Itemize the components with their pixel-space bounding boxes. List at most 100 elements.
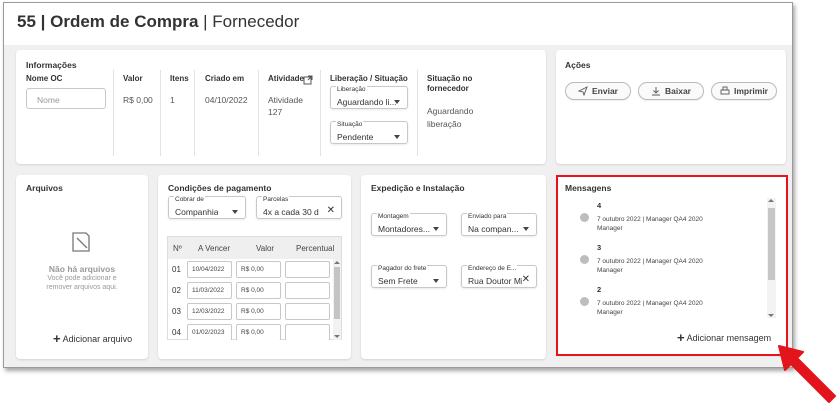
acoes-card: Ações Enviar Baixar Imprimir <box>556 50 786 164</box>
cobrar-de-label: Cobrar de <box>174 196 205 203</box>
external-link-icon[interactable] <box>303 72 313 85</box>
date-input[interactable]: 10/04/2022 <box>187 261 232 278</box>
parcelas-label: Parcelas <box>262 196 290 203</box>
liberacao-select[interactable]: Liberação Aguardando li... <box>330 86 408 109</box>
scroll-down-icon[interactable] <box>334 335 340 338</box>
acoes-title: Ações <box>565 60 591 70</box>
endereco-value: Rua Doutor Mi <box>468 276 522 286</box>
value-input[interactable]: R$ 0,00 <box>236 303 281 320</box>
col-header-numero: Nº <box>173 244 182 253</box>
row-number: 04 <box>172 328 181 337</box>
condicoes-title: Condições de pagamento <box>168 183 272 193</box>
enviar-label: Enviar <box>592 86 618 96</box>
adicionar-arquivo-label: Adicionar arquivo <box>62 334 133 344</box>
itens-value: 1 <box>170 95 175 105</box>
divider <box>417 70 418 156</box>
montagem-select[interactable]: Montagem Montadores... <box>371 213 447 236</box>
page-title: 55 | Ordem de Compra | Fornecedor <box>17 12 300 31</box>
situacao-fornecedor-label-line2: fornecedor <box>427 84 469 93</box>
scroll-up-icon[interactable] <box>334 261 340 264</box>
atividade-value-line2[interactable]: 127 <box>268 107 282 117</box>
arrow-pointer-icon <box>778 345 836 403</box>
itens-label: Itens <box>170 74 189 83</box>
informacoes-title: Informações <box>26 60 77 70</box>
enviar-button[interactable]: Enviar <box>565 82 631 100</box>
table-row: 03 12/03/2022 R$ 0,00 <box>168 301 341 322</box>
expedicao-title: Expedição e Instalação <box>371 183 465 193</box>
endereco-select[interactable]: Endereço de E... Rua Doutor Mi ✕ <box>461 265 537 288</box>
divider <box>320 70 321 156</box>
percent-input[interactable] <box>285 303 330 320</box>
scroll-thumb[interactable] <box>334 267 340 319</box>
valor-label: Valor <box>123 74 143 83</box>
value-input[interactable]: R$ 0,00 <box>236 324 281 340</box>
date-input[interactable]: 11/03/2022 <box>187 282 232 299</box>
situacao-select[interactable]: Situação Pendente <box>330 121 408 144</box>
percent-input[interactable] <box>285 261 330 278</box>
value-input[interactable]: R$ 0,00 <box>236 282 281 299</box>
cobrar-de-select[interactable]: Cobrar de Companhia <box>168 196 246 219</box>
row-number: 01 <box>172 265 181 274</box>
pagador-frete-value: Sem Frete <box>378 276 418 286</box>
percent-input[interactable] <box>285 282 330 299</box>
enviado-para-value: Na compan... <box>468 224 519 234</box>
imprimir-button[interactable]: Imprimir <box>711 82 777 100</box>
nome-oc-label: Nome OC <box>26 74 63 83</box>
pagador-frete-label: Pagador do frete <box>377 265 428 272</box>
criado-em-label: Criado em <box>205 74 245 83</box>
atividade-label: Atividade <box>268 74 305 83</box>
col-header-valor: Valor <box>256 244 275 253</box>
table-scrollbar[interactable] <box>333 259 341 340</box>
valor-value: R$ 0,00 <box>123 95 153 105</box>
chevron-down-icon <box>523 227 529 231</box>
table-row: 02 11/03/2022 R$ 0,00 <box>168 280 341 301</box>
printer-icon <box>720 86 730 95</box>
arquivos-title: Arquivos <box>26 183 63 193</box>
value-input[interactable]: R$ 0,00 <box>236 261 281 278</box>
adicionar-arquivo-button[interactable]: + Adicionar arquivo <box>53 331 132 346</box>
highlight-box <box>556 175 788 356</box>
liberacao-situacao-label: Liberação / Situação <box>330 74 408 83</box>
nome-oc-input[interactable]: Nome <box>26 88 106 109</box>
enviado-para-label: Enviado para <box>467 213 508 220</box>
clear-icon[interactable]: ✕ <box>522 275 530 285</box>
header-bar: 55 | Ordem de Compra | Fornecedor <box>4 3 792 45</box>
informacoes-card: Informações Nome OC Nome Valor R$ 0,00 I… <box>16 50 546 164</box>
chevron-down-icon <box>394 135 400 139</box>
cobrar-de-value: Companhia <box>175 207 219 217</box>
arquivos-empty-title: Não há arquivos <box>48 264 116 274</box>
date-input[interactable]: 12/03/2022 <box>187 303 232 320</box>
baixar-label: Baixar <box>665 86 691 96</box>
criado-em-value: 04/10/2022 <box>205 95 248 105</box>
parcelas-table: Nº A Vencer Valor Percentual 01 10/04/20… <box>167 236 342 340</box>
situacao-fornecedor-value-line2: liberação <box>427 119 462 129</box>
pagador-frete-select[interactable]: Pagador do frete Sem Frete <box>371 265 447 288</box>
chevron-down-icon <box>232 210 238 214</box>
divider <box>258 70 259 156</box>
parcelas-select[interactable]: Parcelas 4x a cada 30 d ✕ <box>256 196 342 219</box>
enviado-para-select[interactable]: Enviado para Na compan... <box>461 213 537 236</box>
chevron-down-icon <box>433 227 439 231</box>
clear-icon[interactable]: ✕ <box>327 206 335 216</box>
plus-icon: + <box>53 331 61 346</box>
baixar-button[interactable]: Baixar <box>638 82 704 100</box>
situacao-value: Pendente <box>337 132 374 142</box>
table-row: 04 01/02/2023 R$ 0,00 <box>168 322 341 340</box>
chevron-down-icon <box>433 279 439 283</box>
situacao-fornecedor-label-line1: Situação no <box>427 74 473 83</box>
atividade-value-line1[interactable]: Atividade <box>268 95 303 105</box>
percent-input[interactable] <box>285 324 330 340</box>
divider <box>160 70 161 156</box>
col-header-a-vencer: A Vencer <box>198 244 231 253</box>
liberacao-field-label: Liberação <box>336 86 367 93</box>
chevron-down-icon <box>394 100 400 104</box>
document-icon <box>69 230 93 254</box>
expedicao-card: Expedição e Instalação Montagem Montador… <box>361 175 546 359</box>
table-header: Nº A Vencer Valor Percentual <box>168 237 341 259</box>
divider <box>113 70 114 156</box>
arquivos-card: Arquivos Não há arquivos Você pode adici… <box>16 175 148 359</box>
col-header-percentual: Percentual <box>296 244 335 253</box>
arquivos-empty-text-line1: Você pode adicionar e <box>47 275 117 282</box>
row-number: 03 <box>172 307 181 316</box>
date-input[interactable]: 01/02/2023 <box>187 324 232 340</box>
